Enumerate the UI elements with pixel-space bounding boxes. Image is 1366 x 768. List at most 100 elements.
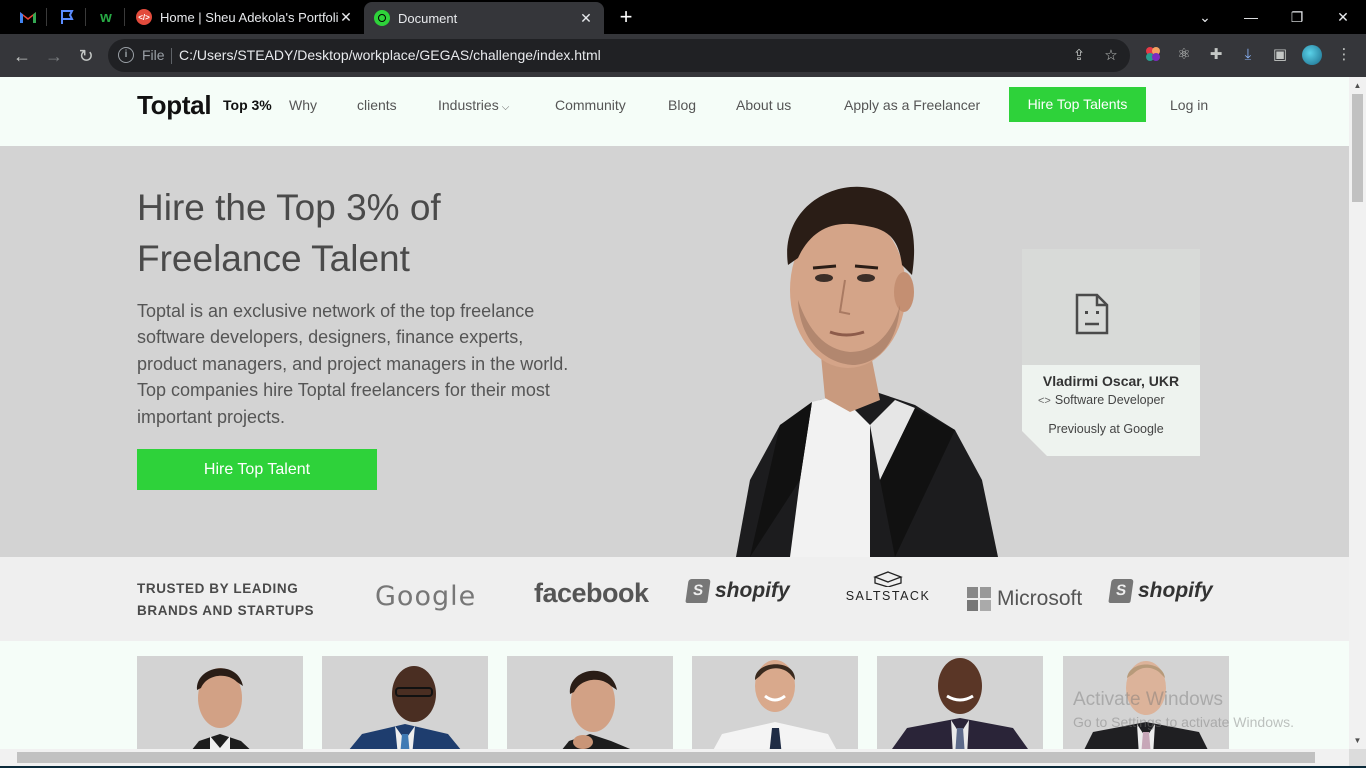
top3-badge: Top 3% — [223, 97, 272, 113]
profile-role-label: Software Developer — [1054, 393, 1165, 407]
page-viewport: Toptal Top 3% Why clients Industries ⌵ Co… — [0, 77, 1349, 749]
close-window-icon[interactable]: ✕ — [1320, 4, 1366, 30]
address-bar[interactable]: i File C:/Users/STEADY/Desktop/workplace… — [108, 39, 1130, 72]
login-link[interactable]: Log in — [1170, 97, 1208, 113]
shopify-bag-icon — [1108, 579, 1134, 603]
nav-about[interactable]: About us — [736, 97, 791, 113]
vertical-scroll-thumb[interactable] — [1352, 94, 1363, 202]
talent-photo — [349, 666, 461, 749]
horizontal-scrollbar[interactable] — [0, 749, 1349, 766]
chevron-down-icon: ⌵ — [501, 102, 510, 113]
react-devtools-icon[interactable]: ⚛ — [1174, 45, 1194, 65]
shopify-logo-2: shopify — [1108, 579, 1213, 603]
talent-card[interactable] — [692, 656, 858, 749]
document-icon — [374, 10, 390, 26]
talent-photo — [892, 658, 1028, 749]
shopify-bag-icon — [685, 579, 711, 603]
code-icon: <> — [1038, 395, 1051, 407]
google-logo: Google — [375, 581, 477, 612]
info-icon[interactable]: i — [118, 47, 134, 63]
forward-icon[interactable]: → — [40, 42, 68, 70]
nav-blog[interactable]: Blog — [668, 97, 696, 113]
share-icon[interactable]: ⇪ — [1069, 46, 1089, 66]
microsoft-logo-text: Microsoft — [997, 587, 1083, 610]
bookmark-star-icon[interactable]: ☆ — [1101, 46, 1121, 66]
microsoft-grid-icon — [967, 587, 991, 611]
shopify-logo-text: shopify — [1138, 579, 1213, 602]
profile-card[interactable]: Vladirmi Oscar, UKR <> Software Developer… — [1022, 249, 1200, 456]
tab-title: Document — [398, 10, 458, 26]
shopify-logo-text: shopify — [715, 579, 790, 602]
code-icon: </> — [136, 9, 152, 25]
site-header: Toptal Top 3% Why clients Industries ⌵ Co… — [0, 77, 1349, 146]
profile-previous-company: Previously at Google — [1048, 422, 1164, 436]
color-extension-icon[interactable] — [1143, 45, 1163, 65]
back-icon[interactable]: ← — [8, 42, 36, 70]
shopify-logo: shopify — [685, 579, 790, 603]
tab-document[interactable]: Document ✕ — [364, 2, 604, 34]
hero-title: Hire the Top 3% of Freelance Talent — [137, 187, 441, 279]
wattpad-icon[interactable]: w — [94, 6, 118, 28]
nav-clients[interactable]: clients — [357, 97, 397, 113]
close-tab-icon[interactable]: ✕ — [338, 9, 354, 26]
scheme-label: File — [142, 47, 165, 63]
extensions-puzzle-icon[interactable]: ✚ — [1206, 45, 1226, 65]
trusted-label: TRUSTED BY LEADING BRANDS AND STARTUPS — [137, 578, 314, 622]
profile-role: <> Software Developer — [1038, 393, 1165, 407]
tab-title: Home | Sheu Adekola's Portfolio — [160, 9, 338, 25]
gmail-icon[interactable] — [16, 6, 40, 28]
nav-why[interactable]: Why — [289, 97, 317, 113]
nav-apply-freelancer[interactable]: Apply as a Freelancer — [844, 97, 980, 113]
hero-section: Hire the Top 3% of Freelance Talent Topt… — [0, 146, 1349, 557]
facebook-logo: facebook — [534, 578, 649, 608]
profile-avatar-icon[interactable] — [1302, 45, 1322, 65]
browser-tab-strip: w </> Home | Sheu Adekola's Portfolio ✕ … — [0, 0, 1366, 34]
scroll-up-icon[interactable]: ▲ — [1349, 77, 1366, 94]
vertical-scrollbar[interactable]: ▲ ▼ — [1349, 77, 1366, 749]
side-panel-icon[interactable]: ▣ — [1270, 45, 1290, 65]
profile-name: Vladirmi Oscar, UKR — [1042, 373, 1180, 389]
logo[interactable]: Toptal — [137, 90, 212, 121]
new-tab-icon[interactable]: + — [614, 5, 638, 29]
close-tab-icon[interactable]: ✕ — [578, 10, 594, 27]
saltstack-cube-icon — [873, 571, 903, 587]
trusted-label-line2: BRANDS AND STARTUPS — [137, 603, 315, 618]
talent-photo — [562, 670, 631, 749]
talent-card[interactable] — [507, 656, 673, 749]
reload-icon[interactable]: ↻ — [72, 42, 100, 70]
flag-icon[interactable] — [55, 6, 79, 28]
pinned-separator — [124, 8, 125, 26]
saltstack-logo: SALTSTACK — [835, 571, 941, 603]
hire-top-talents-button[interactable]: Hire Top Talents — [1009, 87, 1146, 122]
pinned-separator — [85, 8, 86, 26]
url-text[interactable]: C:/Users/STEADY/Desktop/workplace/GEGAS/… — [179, 47, 601, 63]
nav-industries[interactable]: Industries ⌵ — [438, 97, 509, 113]
nav-industries-label: Industries — [438, 97, 499, 113]
microsoft-logo: Microsoft — [967, 587, 1082, 611]
talent-card[interactable] — [137, 656, 303, 749]
horizontal-scroll-thumb[interactable] — [17, 752, 1315, 763]
talent-photo — [713, 660, 837, 749]
broken-image-icon — [1075, 293, 1109, 335]
scroll-down-icon[interactable]: ▼ — [1349, 732, 1366, 749]
hero-description: Toptal is an exclusive network of the to… — [137, 301, 569, 427]
nav-community[interactable]: Community — [555, 97, 626, 113]
hero-portrait — [736, 186, 998, 557]
tab-search-icon[interactable]: ⌄ — [1182, 4, 1228, 30]
activate-windows-subtitle: Go to Settings to activate Windows. — [1073, 714, 1294, 730]
tab-portfolio[interactable]: </> Home | Sheu Adekola's Portfolio ✕ — [126, 0, 364, 34]
restore-icon[interactable]: ❐ — [1274, 4, 1320, 30]
trusted-label-line1: TRUSTED BY LEADING — [137, 581, 299, 596]
scrollbar-corner — [1349, 749, 1366, 766]
card-fold — [1022, 431, 1047, 456]
minimize-icon[interactable]: — — [1228, 4, 1274, 30]
talent-card[interactable] — [877, 656, 1043, 749]
more-menu-icon[interactable]: ⋮ — [1334, 45, 1354, 65]
trusted-brands-section: TRUSTED BY LEADING BRANDS AND STARTUPS G… — [0, 557, 1349, 641]
pinned-separator — [46, 8, 47, 26]
activate-windows-title: Activate Windows — [1073, 689, 1223, 710]
talent-photo — [192, 668, 250, 749]
talent-card[interactable] — [322, 656, 488, 749]
download-icon[interactable]: ⤓ — [1238, 45, 1258, 65]
hire-top-talent-button[interactable]: Hire Top Talent — [137, 449, 377, 490]
